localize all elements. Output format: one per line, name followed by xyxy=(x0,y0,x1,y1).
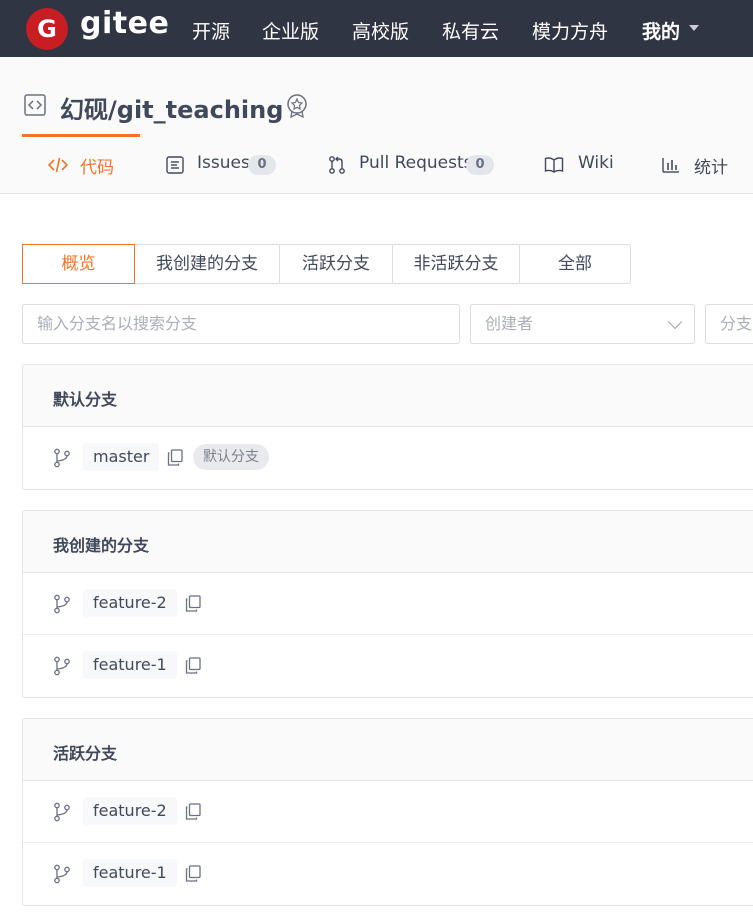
default-branch-tag: 默认分支 xyxy=(193,444,269,470)
copy-icon[interactable] xyxy=(185,865,201,882)
code-brackets-icon xyxy=(24,94,46,116)
branch-name[interactable]: feature-1 xyxy=(83,859,177,887)
branch-name[interactable]: feature-2 xyxy=(83,589,177,617)
active-tab-indicator xyxy=(22,134,140,137)
tab-issues-label: Issues xyxy=(197,153,250,173)
branch-search-input[interactable]: 输入分支名以搜索分支 xyxy=(22,304,460,344)
section-header: 默认分支 xyxy=(23,365,753,427)
tab-code[interactable]: 代码 xyxy=(48,153,138,193)
chevron-down-icon xyxy=(667,314,683,330)
creator-select-placeholder: 创建者 xyxy=(485,314,534,333)
brand-name[interactable]: gitee xyxy=(80,6,169,41)
issues-count-badge: 0 xyxy=(248,155,276,175)
branch-row: feature-2 xyxy=(23,781,753,843)
issues-icon xyxy=(166,156,184,174)
creator-select[interactable]: 创建者 xyxy=(470,304,695,344)
branch-icon xyxy=(54,594,70,614)
tab-wiki[interactable]: Wiki xyxy=(544,153,619,193)
branch-row: feature-1 xyxy=(23,843,753,905)
nav-item-opensource[interactable]: 开源 xyxy=(192,17,230,44)
copy-icon[interactable] xyxy=(185,595,201,612)
tab-pull-requests-label: Pull Requests xyxy=(359,153,473,173)
my-branches-section: 我创建的分支 feature-2 feature-1 xyxy=(22,510,753,698)
copy-icon[interactable] xyxy=(185,657,201,674)
copy-icon[interactable] xyxy=(185,803,201,820)
branch-row: feature-2 xyxy=(23,573,753,635)
branch-icon xyxy=(54,802,70,822)
nav-item-education[interactable]: 高校版 xyxy=(352,17,409,44)
branch-row: master 默认分支 xyxy=(23,427,753,489)
user-menu[interactable]: 我的 xyxy=(642,17,680,44)
pull-request-icon xyxy=(329,156,345,174)
tab-code-label: 代码 xyxy=(80,158,114,178)
filter-my-branches[interactable]: 我创建的分支 xyxy=(134,244,280,284)
filter-all[interactable]: 全部 xyxy=(519,244,631,284)
tab-stats-label: 统计 xyxy=(694,158,728,178)
branch-icon xyxy=(54,656,70,676)
section-header: 活跃分支 xyxy=(23,719,753,781)
nav-item-moli[interactable]: 模力方舟 xyxy=(532,17,608,44)
branch-icon xyxy=(54,864,70,884)
branch-type-select[interactable]: 分支 xyxy=(705,304,753,344)
section-title: 默认分支 xyxy=(53,390,118,409)
filter-inactive-branches[interactable]: 非活跃分支 xyxy=(392,244,520,284)
tab-stats[interactable]: 统计 xyxy=(661,153,741,193)
section-title: 我创建的分支 xyxy=(53,536,150,555)
filter-overview[interactable]: 概览 xyxy=(22,244,135,284)
stats-icon xyxy=(662,158,679,173)
tab-wiki-label: Wiki xyxy=(578,153,614,173)
filter-active-branches[interactable]: 活跃分支 xyxy=(279,244,393,284)
chevron-down-icon[interactable] xyxy=(689,25,699,31)
repo-header: 幻砚/git_teaching 代码 Issues 0 Pull Request… xyxy=(0,57,753,194)
nav-item-enterprise[interactable]: 企业版 xyxy=(262,17,319,44)
section-title: 活跃分支 xyxy=(53,744,118,763)
branch-name[interactable]: master xyxy=(83,443,160,471)
default-branch-section: 默认分支 master 默认分支 xyxy=(22,364,753,490)
repo-title[interactable]: 幻砚/git_teaching xyxy=(60,90,283,125)
gitee-logo-icon[interactable]: G xyxy=(26,8,68,50)
branch-name[interactable]: feature-2 xyxy=(83,797,177,825)
pull-requests-count-badge: 0 xyxy=(466,155,494,175)
book-icon xyxy=(544,157,564,173)
tab-issues[interactable]: Issues 0 xyxy=(165,153,280,193)
nav-item-private-cloud[interactable]: 私有云 xyxy=(442,17,499,44)
branch-row: feature-1 xyxy=(23,635,753,697)
branch-icon xyxy=(54,448,70,468)
copy-icon[interactable] xyxy=(167,449,183,466)
branch-name[interactable]: feature-1 xyxy=(83,651,177,679)
top-navbar: G gitee 开源 企业版 高校版 私有云 模力方舟 我的 xyxy=(0,0,753,57)
code-icon xyxy=(48,157,68,173)
award-icon[interactable] xyxy=(285,93,309,119)
active-branches-section: 活跃分支 feature-2 feature-1 xyxy=(22,718,753,906)
section-header: 我创建的分支 xyxy=(23,511,753,573)
tab-pull-requests[interactable]: Pull Requests 0 xyxy=(327,153,497,193)
